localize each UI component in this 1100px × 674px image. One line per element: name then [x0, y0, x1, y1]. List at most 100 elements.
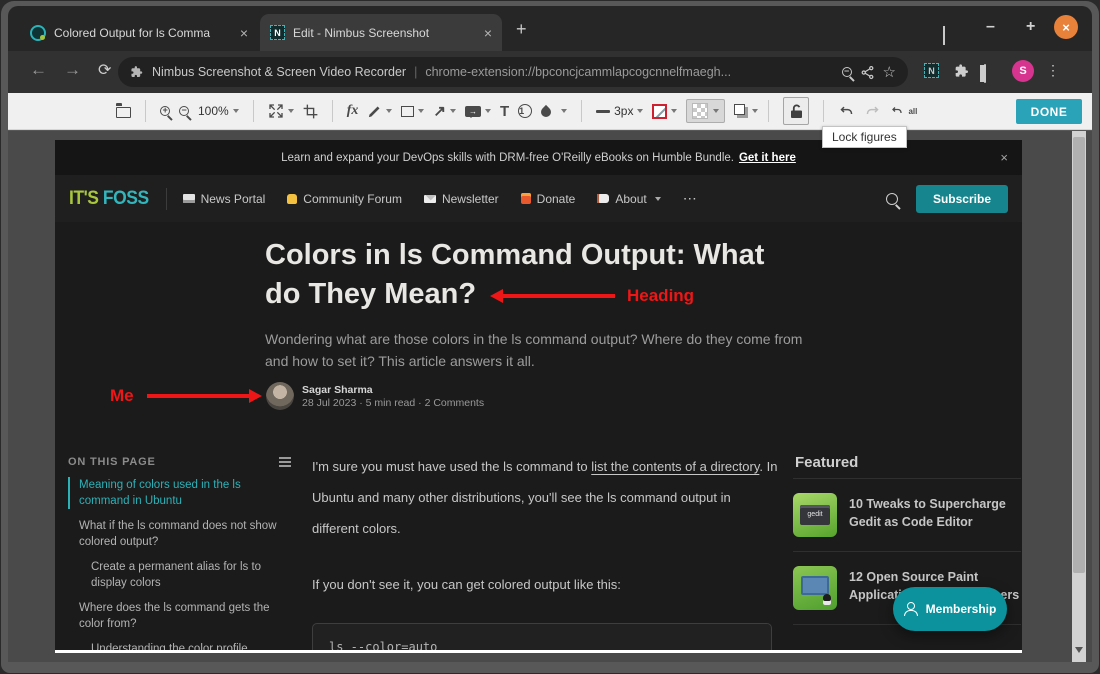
scrollbar-track[interactable]	[1072, 131, 1086, 662]
banner-close-icon[interactable]: ×	[1000, 150, 1008, 165]
nav-item-more[interactable]: ⋯	[683, 190, 697, 207]
toc-item-sub[interactable]: Create a permanent alias for ls to displ…	[68, 559, 284, 591]
zoom-level-select[interactable]: 100%	[198, 104, 239, 118]
tab-bar: Colored Output for ls Comma × N Edit - N…	[8, 6, 1092, 51]
toc-title: ON THIS PAGE	[68, 456, 156, 468]
inline-link[interactable]: list the contents of a directory	[591, 459, 759, 474]
toc-list: Meaning of colors used in the ls command…	[68, 477, 284, 653]
counter-tool[interactable]: 1	[518, 104, 532, 118]
blur-tool[interactable]	[541, 105, 567, 117]
author-avatar[interactable]	[266, 382, 294, 410]
rectangle-tool[interactable]	[401, 106, 424, 117]
extension-name: Nimbus Screenshot & Screen Video Recorde…	[152, 65, 406, 79]
annotation-arrow-line	[147, 394, 249, 398]
nimbus-extension-icon[interactable]: N	[924, 63, 939, 78]
text-tool[interactable]: T	[500, 104, 509, 119]
undo-icon[interactable]	[838, 104, 855, 119]
nav-item-newsletter[interactable]: Newsletter	[424, 192, 499, 206]
nav-item-donate[interactable]: Donate	[521, 192, 576, 206]
nav-item-community-forum[interactable]: Community Forum	[287, 192, 402, 206]
paint-apps-thumbnail	[793, 566, 837, 610]
tab-title: Edit - Nimbus Screenshot	[293, 26, 476, 40]
browser-window: Colored Output for ls Comma × N Edit - N…	[0, 0, 1100, 674]
envelope-icon	[424, 195, 436, 203]
fill-color-select[interactable]	[686, 99, 725, 123]
callout-tool[interactable]: →	[465, 106, 491, 117]
minimize-button[interactable]: –	[986, 18, 995, 36]
browser-menu-icon[interactable]: ⋮	[1046, 62, 1060, 79]
crop-icon[interactable]	[303, 104, 318, 119]
profile-avatar[interactable]: S	[1012, 60, 1034, 82]
book-icon	[597, 194, 609, 203]
gedit-thumbnail: gedit	[793, 493, 837, 537]
toc-menu-icon[interactable]	[279, 457, 291, 467]
site-navbar: IT'S FOSS News Portal Community Forum Ne…	[55, 175, 1022, 222]
toc-item[interactable]: What if the ls command does not show col…	[68, 518, 284, 550]
article-subtitle: Wondering what are those colors in the l…	[265, 328, 802, 372]
newspaper-icon	[183, 194, 195, 203]
window-close-button[interactable]: ×	[1054, 15, 1078, 39]
toc-item-active[interactable]: Meaning of colors used in the ls command…	[68, 477, 284, 509]
tab-close-icon[interactable]: ×	[240, 26, 248, 40]
toc-item[interactable]: Where does the ls command gets the color…	[68, 600, 284, 632]
side-panel-icon[interactable]	[984, 64, 986, 83]
featured-card[interactable]: gedit 10 Tweaks to Supercharge Gedit as …	[793, 479, 1021, 552]
scrollbar-thumb[interactable]	[1073, 137, 1085, 573]
undo-all-icon[interactable]: all	[890, 105, 917, 117]
shadow-select[interactable]	[734, 104, 758, 118]
zoom-page-icon[interactable]: −	[842, 67, 852, 77]
extensions-puzzle-icon[interactable]	[954, 63, 970, 79]
maximize-button[interactable]: +	[1026, 18, 1035, 36]
tab-itsfoss-article[interactable]: Colored Output for ls Comma ×	[20, 15, 258, 50]
effects-tool[interactable]: fx	[347, 103, 359, 119]
done-button[interactable]: DONE	[1016, 99, 1082, 124]
tab-close-icon[interactable]: ×	[484, 26, 492, 40]
reload-icon[interactable]: ⟳	[98, 60, 111, 80]
paragraph: I'm sure you must have used the ls comma…	[312, 451, 784, 544]
redo-icon[interactable]	[864, 104, 881, 119]
extension-puzzle-icon	[130, 65, 144, 79]
search-icon[interactable]	[886, 193, 898, 205]
itsfoss-favicon-icon	[30, 25, 46, 41]
tab-title: Colored Output for ls Comma	[54, 26, 232, 40]
forward-icon[interactable]: →	[64, 60, 81, 80]
zoom-out-icon[interactable]: −	[179, 106, 189, 116]
nav-item-about[interactable]: About	[597, 192, 660, 206]
gift-icon	[521, 193, 531, 204]
stroke-width-select[interactable]: 3px	[596, 104, 643, 118]
screenshot-image[interactable]: Learn and expand your DevOps skills with…	[55, 140, 1022, 653]
zoom-in-icon[interactable]: +	[160, 106, 170, 116]
author-name[interactable]: Sagar Sharma	[302, 384, 373, 396]
annotation-heading-label: Heading	[627, 286, 694, 306]
back-icon[interactable]: ←	[30, 60, 47, 80]
lock-figures-button[interactable]	[783, 97, 809, 125]
annotation-me-label: Me	[110, 386, 134, 406]
waving-hand-icon	[287, 194, 297, 204]
itsfoss-logo[interactable]: IT'S FOSS	[69, 188, 149, 210]
article-body: I'm sure you must have used the ls comma…	[312, 451, 784, 653]
tab-search-chevron-icon[interactable]	[943, 26, 945, 44]
toc-item-sub[interactable]: Understanding the color profile	[68, 641, 284, 653]
annotation-arrowhead-right	[249, 389, 262, 403]
share-icon[interactable]	[860, 65, 875, 80]
scrollbar-down-arrow[interactable]	[1075, 647, 1083, 653]
new-tab-button[interactable]: +	[516, 20, 527, 38]
membership-button[interactable]: Membership	[893, 587, 1007, 631]
pencil-tool[interactable]	[367, 104, 392, 119]
tab-nimbus-edit[interactable]: N Edit - Nimbus Screenshot ×	[260, 14, 502, 51]
bookmark-star-icon[interactable]: ☆	[883, 63, 896, 81]
promo-link[interactable]: Get it here	[739, 152, 796, 164]
omnibox[interactable]: Nimbus Screenshot & Screen Video Recorde…	[118, 57, 908, 87]
nav-divider	[166, 188, 167, 210]
featured-title: Featured	[795, 454, 858, 471]
nav-item-news-portal[interactable]: News Portal	[183, 192, 266, 206]
subscribe-button[interactable]: Subscribe	[916, 185, 1008, 213]
stroke-color-select[interactable]	[652, 104, 677, 119]
url-separator: |	[414, 65, 417, 79]
address-bar: ← → ⟳ Nimbus Screenshot & Screen Video R…	[8, 51, 1092, 93]
arrow-tool[interactable]: ↗	[433, 104, 456, 119]
resize-canvas-icon[interactable]	[268, 103, 294, 119]
editor-canvas[interactable]: Learn and expand your DevOps skills with…	[8, 131, 1092, 662]
editor-toolbar: + − 100% fx ↗ → T 1 3px all	[8, 93, 1092, 130]
pages-icon[interactable]	[116, 104, 131, 118]
